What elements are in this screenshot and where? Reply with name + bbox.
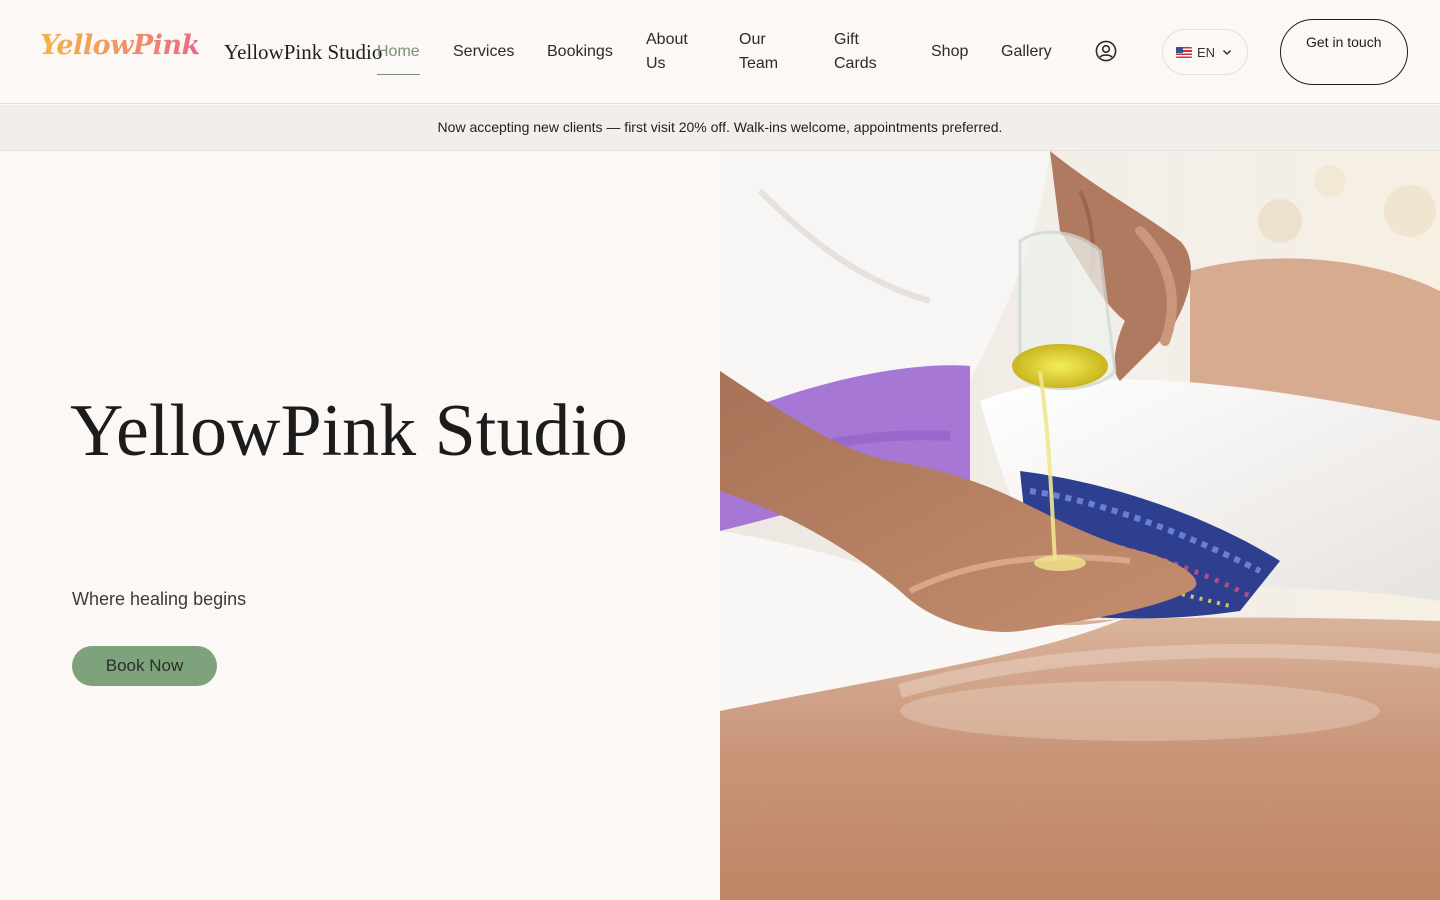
language-selector[interactable]: EN: [1162, 29, 1248, 75]
nav-home[interactable]: Home: [377, 40, 420, 75]
announcement-text: Now accepting new clients — first visit …: [437, 119, 1003, 135]
announcement-banner: Now accepting new clients — first visit …: [0, 105, 1440, 151]
nav-bookings[interactable]: Bookings: [547, 40, 613, 64]
hero-section: YellowPink Studio Where healing begins B…: [0, 151, 720, 900]
nav-services[interactable]: Services: [453, 40, 514, 64]
site-header: YellowPink YellowPink Studio Home Servic…: [0, 0, 1440, 104]
brand-name[interactable]: YellowPink Studio: [224, 40, 382, 65]
book-now-button[interactable]: Book Now: [72, 646, 217, 686]
hero-title: YellowPink Studio: [70, 390, 628, 472]
nav-shop[interactable]: Shop: [931, 40, 968, 64]
us-flag-icon: [1176, 46, 1192, 58]
nav-gift-cards[interactable]: Gift Cards: [834, 28, 877, 76]
nav-about-us[interactable]: About Us: [646, 28, 688, 76]
logo[interactable]: YellowPink: [40, 30, 200, 61]
user-circle-icon[interactable]: [1095, 40, 1117, 62]
hero-image: [720, 151, 1440, 900]
nav-our-team[interactable]: Our Team: [739, 28, 778, 76]
massage-oil-pouring-photo: [720, 151, 1440, 900]
language-code: EN: [1197, 44, 1216, 60]
chevron-down-icon: [1223, 49, 1232, 56]
get-in-touch-button[interactable]: Get in touch: [1280, 19, 1408, 85]
hero-subtitle: Where healing begins: [72, 589, 247, 609]
nav-gallery[interactable]: Gallery: [1001, 40, 1052, 64]
